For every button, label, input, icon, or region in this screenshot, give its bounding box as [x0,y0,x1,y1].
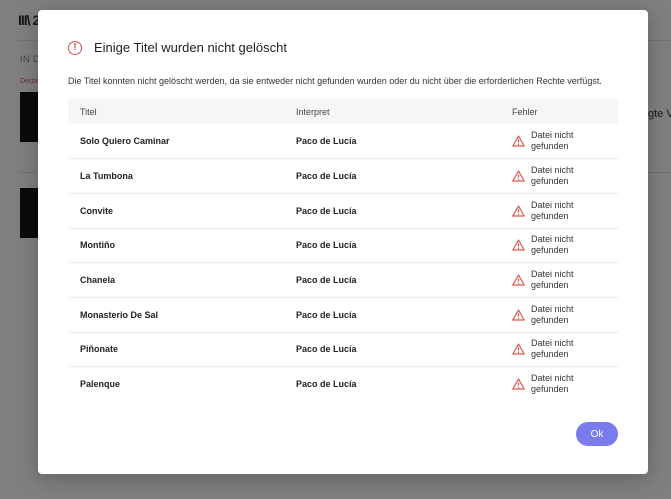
warning-icon [512,343,525,356]
warning-icon [512,239,525,252]
cell-title: Piñonate [80,344,119,355]
error-text: Datei nicht gefunden [531,269,574,291]
error-message: Datei nicht gefunden [512,130,617,152]
error-message: Datei nicht gefunden [512,304,617,326]
error-message: Datei nicht gefunden [512,200,617,222]
table-header-row: Titel Interpret Fehler [68,99,618,124]
warning-icon [512,170,525,182]
cell-error: Datei nicht gefunden [500,124,618,159]
table-row: Convite Paco de Lucía Datei nicht gefunden [68,193,618,229]
cell-artist: Paco de Lucía [296,136,357,147]
error-message: Datei nicht gefunden [512,165,617,187]
warning-icon [512,309,525,321]
error-text: Datei nicht gefunden [531,303,574,325]
cell-artist: Paco de Lucía [296,240,357,251]
cell-artist: Paco de Lucía [296,275,357,286]
error-message: Datei nicht gefunden [512,373,617,395]
alert-circle-icon: ! [68,40,82,55]
cell-title: Palenque [80,379,121,390]
column-header-error: Fehler [500,99,618,124]
dialog-description: Die Titel konnten nicht gelöscht werden,… [68,76,602,86]
ok-button[interactable]: Ok [576,422,618,446]
table-row: Piñonate Paco de Lucía Datei nicht gefunde… [68,332,618,367]
cell-error: Datei nicht gefunden [500,332,618,367]
cell-artist: Paco de Lucía [296,171,357,182]
warning-icon [512,135,525,147]
error-text: Datei nicht gefunden [531,373,574,395]
error-message: Datei nicht gefunden [512,338,617,360]
cell-artist: Paco de Lucía [296,344,357,355]
cell-artist: Paco de Lucía [296,379,357,390]
error-text: Datei nicht gefunden [531,165,574,187]
table-row: Solo Quiero Caminar Paco de Lucía Datei ni… [68,124,618,159]
table-row: Montiño Paco de Lucía Datei nicht gefunden [68,228,618,263]
error-text: Datei nicht gefunden [531,234,574,256]
cell-title: La Tumbona [80,171,133,182]
warning-icon [512,205,525,217]
cell-title: Convite [80,205,114,216]
table-row: La Tumbona Paco de Lucía Datei nicht gefun… [68,159,618,194]
error-message: Datei nicht gefunden [512,234,617,256]
table-row: Monasterio De Sal Paco de Lucía Datei nich… [68,297,618,333]
cell-error: Datei nicht gefunden [500,263,618,298]
error-text: Datei nicht gefunden [531,338,574,360]
table-row: Palenque Paco de Lucía Datei nicht gefunde… [68,367,618,402]
cell-title: Solo Quiero Caminar [80,136,170,147]
cell-title: Chanela [80,275,116,286]
table-row: Chanela Paco de Lucía Datei nicht gefunden [68,263,618,298]
cell-error: Datei nicht gefunden [500,228,618,263]
error-message: Datei nicht gefunden [512,269,617,291]
cell-title: Monasterio De Sal [80,309,159,320]
cell-error: Datei nicht gefunden [500,297,618,332]
error-text: Datei nicht gefunden [531,130,574,152]
column-header-artist: Interpret [284,99,500,124]
cell-artist: Paco de Lucía [296,205,357,216]
cell-error: Datei nicht gefunden [500,159,618,194]
cell-error: Datei nicht gefunden [500,193,618,228]
cell-error: Datei nicht gefunden [500,367,618,402]
error-text: Datei nicht gefunden [531,199,574,221]
failed-titles-table: Titel Interpret Fehler Solo Quiero Camin… [68,99,618,402]
column-header-title: Titel [68,99,284,124]
cell-artist: Paco de Lucía [296,309,357,320]
warning-icon [512,274,525,286]
cell-title: Montiño [80,240,115,251]
delete-error-dialog: ! Einige Titel wurden nicht gelöscht Die… [38,10,648,474]
warning-icon [512,378,525,391]
dialog-header: ! Einige Titel wurden nicht gelöscht [68,40,287,55]
dialog-title: Einige Titel wurden nicht gelöscht [94,40,287,55]
